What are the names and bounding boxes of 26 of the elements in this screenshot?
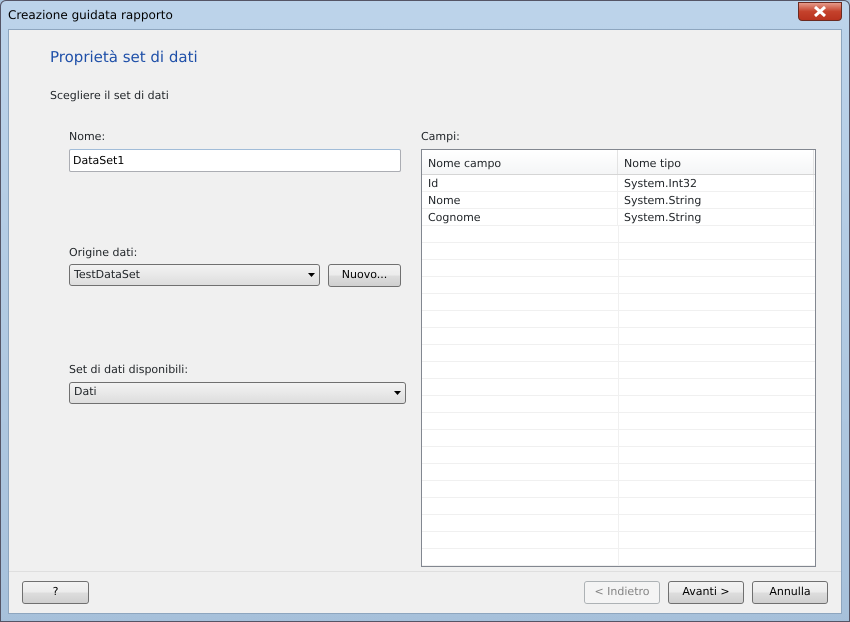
new-button[interactable]: Nuovo...	[328, 264, 401, 287]
dropdown-arrow-icon	[308, 273, 315, 277]
table-cell: Cognome	[422, 208, 618, 224]
next-button[interactable]: Avanti >	[668, 581, 744, 604]
window-title: Creazione guidata rapporto	[8, 7, 173, 24]
column-header[interactable]: Nome tipo	[618, 150, 814, 174]
close-icon	[813, 6, 827, 16]
instruction-text: Scegliere il set di dati	[50, 88, 170, 104]
table-cell: System.String	[618, 208, 814, 224]
table-cell: System.Int32	[618, 174, 814, 190]
cancel-button[interactable]: Annulla	[752, 581, 828, 604]
table-cell: Nome	[422, 192, 618, 208]
data-source-dropdown[interactable]: TestDataSet	[69, 264, 320, 286]
dropdown-arrow-icon	[394, 390, 401, 394]
fields-label: Campi:	[421, 129, 461, 145]
table-cell: Id	[422, 174, 618, 190]
name-field[interactable]: DataSet1	[69, 148, 401, 172]
name-label: Nome:	[69, 129, 106, 145]
page-heading: Proprietà set di dati	[50, 47, 199, 68]
data-source-label: Origine dati:	[69, 244, 138, 260]
close-button[interactable]	[798, 2, 842, 20]
column-header[interactable]: Nome campo	[422, 150, 618, 174]
datasets-label: Set di dati disponibili:	[69, 362, 190, 378]
help-button[interactable]: ?	[22, 581, 89, 604]
datasets-dropdown[interactable]: Dati	[69, 382, 406, 404]
table-cell: System.String	[618, 192, 814, 208]
